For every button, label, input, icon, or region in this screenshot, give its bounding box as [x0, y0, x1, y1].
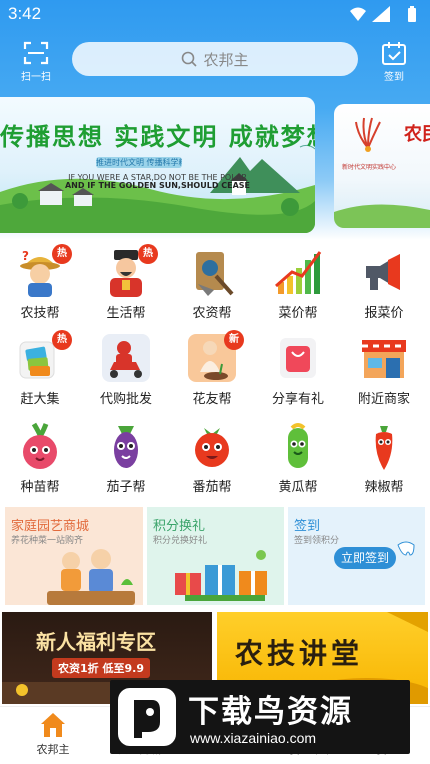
status-bar: 3:42	[0, 0, 430, 30]
promo-checkin[interactable]: 签到 签到领积分 立即签到	[288, 507, 425, 605]
scan-icon	[23, 41, 49, 65]
search-icon	[182, 51, 198, 67]
scan-button[interactable]: 扫一扫	[16, 40, 56, 83]
grid-item-qiezi[interactable]: 茄子帮	[86, 418, 166, 500]
svg-text:?: ?	[22, 249, 29, 263]
checkin-label: 签到	[384, 72, 404, 83]
cucumber-mascot-icon	[288, 423, 308, 468]
checkin-button[interactable]: 签到	[376, 40, 412, 83]
search-input[interactable]: 农邦主	[72, 42, 358, 76]
promo-points-exchange[interactable]: 积分换礼 积分兑换好礼	[147, 507, 284, 605]
grid-item-huanggua[interactable]: 黄瓜帮	[258, 418, 338, 500]
promo-title: 家庭园艺商城	[11, 519, 90, 534]
badge-hot: 热	[52, 244, 72, 264]
home-icon	[41, 713, 65, 737]
grid-item-label: 茄子帮	[106, 480, 146, 495]
grid-item-fanqie[interactable]: 番茄帮	[172, 418, 252, 500]
grid-item-shenghuo[interactable]: 热 生活帮	[86, 244, 166, 326]
delivery-scooter-icon	[102, 334, 150, 382]
watermark-overlay: 下载鸟资源 www.xiazainiao.com	[110, 680, 410, 754]
feature-grid: ? ? 热 农技帮 热 生活帮	[0, 244, 430, 499]
grid-item-huayou[interactable]: 新 花友帮	[172, 330, 252, 412]
status-icons	[350, 6, 416, 22]
grid-item-label: 赶大集	[20, 392, 60, 407]
grid-item-label: 分享有礼	[271, 392, 324, 407]
banner-title: 农技讲堂	[235, 637, 364, 670]
badge-hot: 热	[52, 330, 72, 350]
watermark-title: 下载鸟资源	[188, 694, 353, 730]
app-home-screen: 3:42 扫一扫 农邦主 签到 传播思想 实践文明 成就梦想 推进时代文明 传播…	[0, 0, 430, 764]
grid-item-label: 种苗帮	[20, 480, 60, 495]
fertilizer-shovel-icon	[196, 252, 234, 296]
grid-item-fenxiang[interactable]: 分享有礼	[258, 330, 338, 412]
grid-item-label: 农资帮	[192, 306, 232, 321]
promo-title: 积分换礼	[153, 519, 206, 534]
promo-subtitle: 签到领积分	[294, 536, 340, 546]
calendar-check-icon	[382, 42, 406, 65]
grid-item-daigou[interactable]: 代购批发	[86, 330, 166, 412]
banner-subtitle-2: AND IF THE GOLDEN SUN,SHOULD CEASE	[64, 181, 250, 190]
grid-item-label: 报菜价	[364, 306, 404, 321]
tab-label: 农邦主	[36, 743, 70, 756]
status-time: 3:42	[8, 4, 42, 23]
grid-item-label: 黄瓜帮	[278, 480, 318, 495]
scan-label: 扫一扫	[21, 72, 51, 83]
tomato-mascot-icon	[195, 428, 229, 467]
tab-home[interactable]: 农邦主	[10, 707, 96, 764]
grid-item-label: 菜价帮	[278, 306, 318, 321]
grid-item-label: 番茄帮	[192, 480, 232, 495]
banner-subtitle: 农资1折 低至9.9	[52, 658, 150, 678]
banner-title: 新人福利专区	[36, 630, 156, 654]
radish-mascot-icon	[23, 422, 57, 469]
battery-icon	[408, 8, 416, 22]
grid-item-lajiao[interactable]: 辣椒帮	[344, 418, 424, 500]
banner-slide-main[interactable]: 传播思想 实践文明 成就梦想 推进时代文明 传播科学精神 IF YOU WERE…	[0, 97, 315, 233]
gift-boxes-illustration	[175, 550, 267, 601]
checkin-now-button[interactable]: 立即签到	[334, 547, 396, 569]
grid-item-caijia[interactable]: 菜价帮	[258, 244, 338, 326]
watermark-url: www.xiazainiao.com	[190, 730, 317, 746]
tooth-mascot-icon	[397, 541, 415, 556]
banner-side-text: 农民	[404, 124, 430, 145]
grid-item-fujin[interactable]: 附近商家	[344, 330, 424, 412]
banner-side-landscape	[334, 204, 430, 228]
badge-hot: 热	[138, 244, 158, 264]
grid-item-label: 附近商家	[357, 392, 410, 407]
promo-title: 签到	[294, 519, 321, 534]
price-chart-icon	[275, 251, 322, 294]
banner-side-caption: 新时代文明实践中心	[342, 164, 397, 171]
family-gardening-illustration	[47, 549, 135, 605]
grid-item-label: 辣椒帮	[364, 480, 404, 495]
grid-item-baocaijia[interactable]: 报菜价	[344, 244, 424, 326]
gift-bag-icon	[280, 338, 316, 378]
grid-item-ganji[interactable]: 热 赶大集	[0, 330, 80, 412]
promo-garden-mall[interactable]: 家庭园艺商城 养花种菜一站购齐	[5, 507, 143, 605]
store-front-icon	[362, 340, 406, 378]
grid-item-label: 代购批发	[99, 392, 152, 407]
search-placeholder: 农邦主	[203, 50, 249, 69]
watermark-bird-logo	[118, 688, 176, 746]
civilization-emblem-logo	[355, 117, 381, 152]
badge-new: 新	[224, 330, 244, 350]
eggplant-mascot-icon	[114, 426, 138, 468]
grid-item-zhongmiao[interactable]: 种苗帮	[0, 418, 80, 500]
wifi-icon	[350, 7, 366, 21]
banner-tag: 推进时代文明 传播科学精神	[96, 157, 182, 168]
chili-pepper-mascot-icon	[375, 426, 393, 470]
banner-slide-next[interactable]: 新时代文明实践中心 农民	[334, 104, 430, 228]
megaphone-icon	[366, 254, 400, 290]
grid-item-label: 生活帮	[106, 306, 146, 321]
banner-slogan: 传播思想 实践文明 成就梦想	[0, 122, 315, 151]
grid-item-nongzi[interactable]: 农资帮	[172, 244, 252, 326]
signal-icon	[372, 6, 390, 22]
grid-item-label: 花友帮	[192, 392, 232, 407]
grid-item-nongji[interactable]: ? ? 热 农技帮	[0, 244, 80, 326]
grid-item-label: 农技帮	[20, 306, 60, 321]
